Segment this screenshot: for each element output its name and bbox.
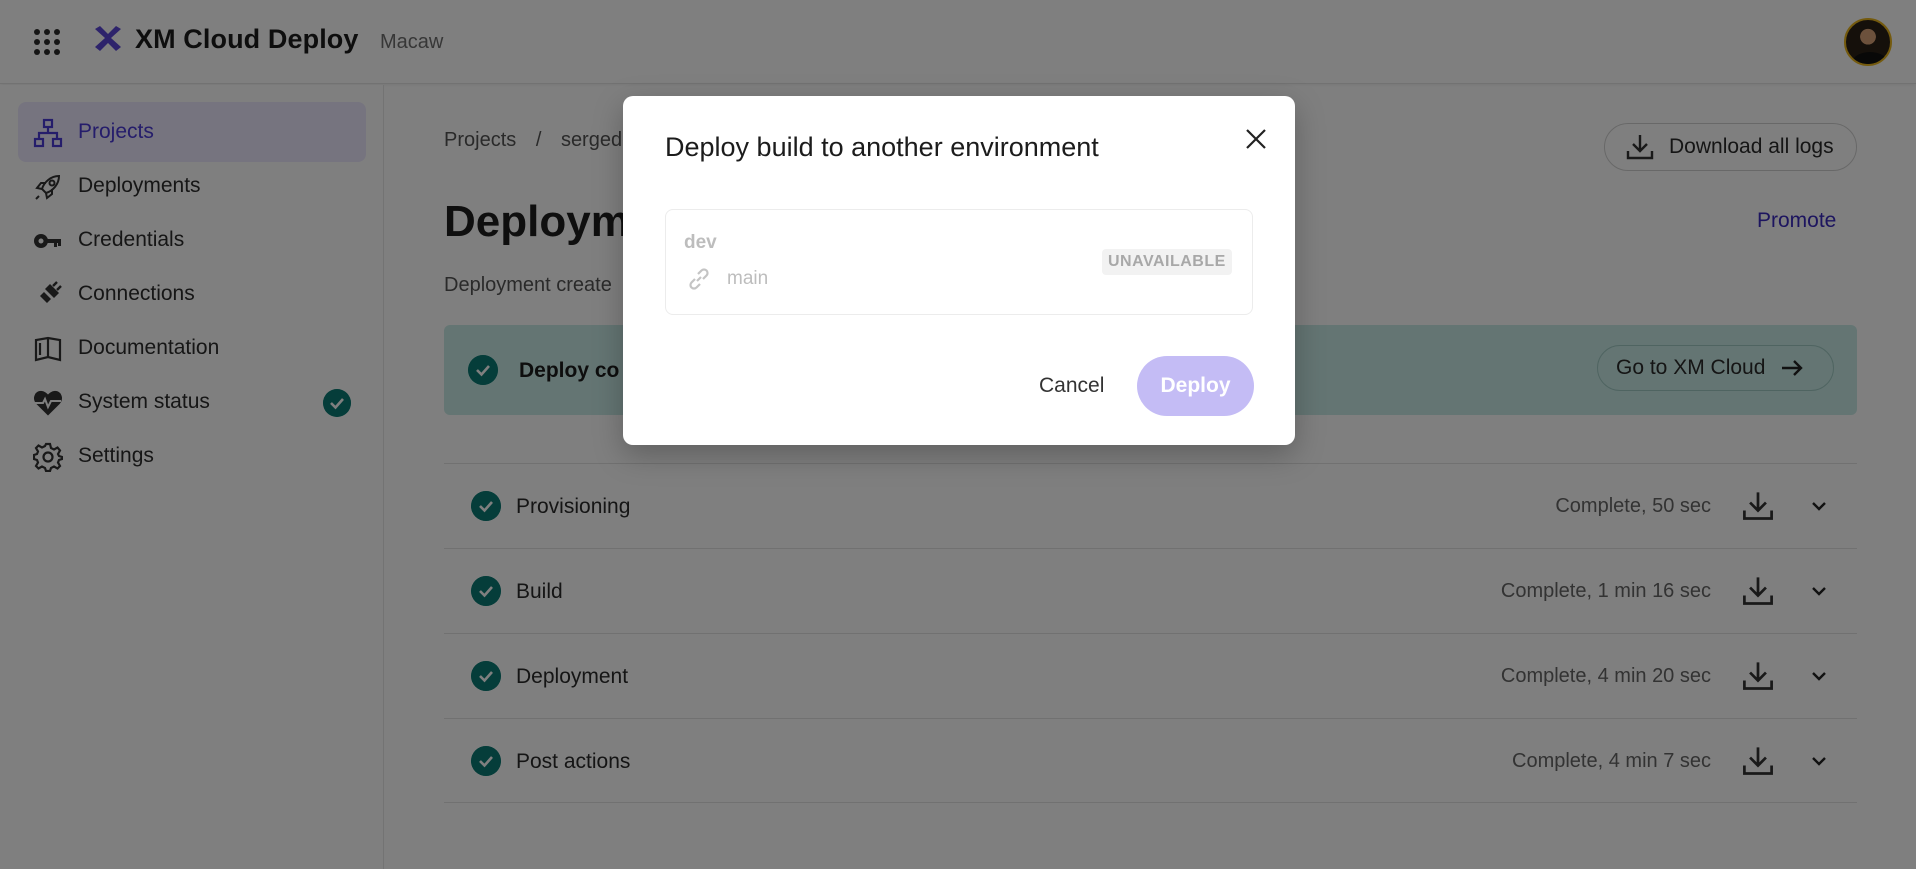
deploy-button[interactable]: Deploy	[1137, 356, 1254, 416]
deploy-build-modal: Deploy build to another environment dev …	[623, 96, 1295, 445]
link-icon	[689, 268, 709, 290]
cancel-button[interactable]: Cancel	[1039, 374, 1104, 398]
environment-name: dev	[684, 232, 717, 253]
environment-branch: main	[727, 268, 769, 289]
close-icon[interactable]	[1241, 124, 1271, 154]
modal-title: Deploy build to another environment	[665, 132, 1099, 162]
unavailable-badge: UNAVAILABLE	[1102, 249, 1232, 275]
environment-option-card: dev main UNAVAILABLE	[665, 209, 1253, 315]
